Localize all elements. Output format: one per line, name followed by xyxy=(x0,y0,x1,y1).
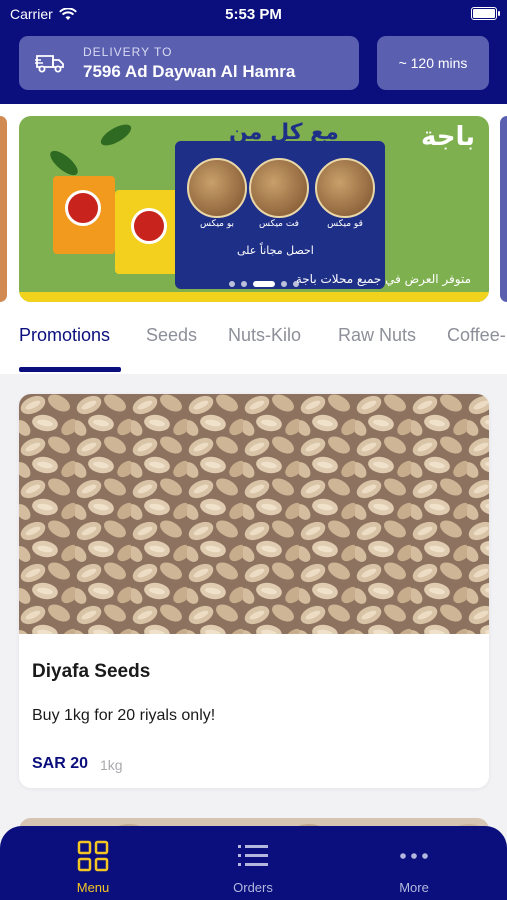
product-photo-1 xyxy=(187,158,247,218)
banner-next-peek[interactable] xyxy=(500,116,507,302)
leaf-decoration xyxy=(46,146,82,180)
banner-brand: باجة xyxy=(420,122,475,152)
product-photo-2 xyxy=(249,158,309,218)
grid-icon xyxy=(77,840,109,872)
clock: 5:53 PM xyxy=(225,6,282,23)
product-price: SAR 20 xyxy=(32,755,89,772)
tab-raw-nuts[interactable]: Raw Nuts xyxy=(338,325,416,346)
battery-icon xyxy=(471,7,500,20)
delivery-address-button[interactable]: DELIVERY TO 7596 Ad Daywan Al Hamra xyxy=(19,36,359,90)
tab-seeds[interactable]: Seeds xyxy=(146,325,197,346)
more-icon xyxy=(398,840,430,872)
nav-orders-label: Orders xyxy=(233,880,273,895)
carousel-indicator xyxy=(229,281,299,287)
nav-more[interactable]: More xyxy=(354,826,474,900)
list-icon xyxy=(237,840,269,872)
leaf-decoration xyxy=(97,120,135,150)
tab-promotions[interactable]: Promotions xyxy=(19,325,110,346)
eta-button[interactable]: ~ 120 mins xyxy=(377,36,489,90)
nav-orders[interactable]: Orders xyxy=(193,826,313,900)
header: Carrier 5:53 PM DELIVERY TO 7596 Ad Dayw… xyxy=(0,0,507,104)
active-tab-indicator xyxy=(19,367,121,372)
product-name-1: بو ميكس xyxy=(200,219,234,229)
carousel-dot[interactable] xyxy=(241,281,247,287)
product-description: Buy 1kg for 20 riyals only! xyxy=(32,707,216,724)
carousel-dot[interactable] xyxy=(281,281,287,287)
status-bar: Carrier 5:53 PM xyxy=(0,0,507,30)
carousel-dot[interactable] xyxy=(293,281,299,287)
product-name-3: قو ميكس xyxy=(327,219,363,229)
product-photo-3 xyxy=(315,158,375,218)
delivery-address: 7596 Ad Daywan Al Hamra xyxy=(83,61,296,81)
nav-menu[interactable]: Menu xyxy=(33,826,153,900)
carousel-dot[interactable] xyxy=(229,281,235,287)
banner-prev-peek[interactable] xyxy=(0,116,7,302)
carousel-dot-active[interactable] xyxy=(253,281,275,287)
tab-coffee[interactable]: Coffee- xyxy=(447,325,506,346)
promo-banner[interactable]: مع كل من باجة بو ميكس فت ميكس قو ميكس اح… xyxy=(19,116,489,302)
product-unit: 1kg xyxy=(100,757,123,773)
nav-menu-label: Menu xyxy=(76,880,110,895)
product-package-orange xyxy=(53,176,115,254)
product-image xyxy=(19,394,489,634)
tab-nuts-kilo[interactable]: Nuts-Kilo xyxy=(228,325,301,346)
nav-more-label: More xyxy=(399,880,429,895)
category-tabs: Promotions Seeds Nuts-Kilo Raw Nuts Coff… xyxy=(0,308,507,374)
eta-label: ~ 120 mins xyxy=(398,55,468,71)
delivery-truck-icon xyxy=(35,55,64,73)
banner-offer: احصل مجاناً على xyxy=(237,244,314,257)
product-name: Diyafa Seeds xyxy=(32,661,151,682)
product-name-2: فت ميكس xyxy=(259,219,299,229)
banner-note: متوفر العرض في جميع محلات باجة xyxy=(295,272,471,286)
delivery-label: DELIVERY TO xyxy=(83,44,173,59)
product-card[interactable]: Diyafa Seeds Buy 1kg for 20 riyals only!… xyxy=(19,394,489,788)
bottom-navigation: Menu Orders More xyxy=(0,826,507,900)
banner-carousel[interactable]: مع كل من باجة بو ميكس فت ميكس قو ميكس اح… xyxy=(0,104,507,308)
